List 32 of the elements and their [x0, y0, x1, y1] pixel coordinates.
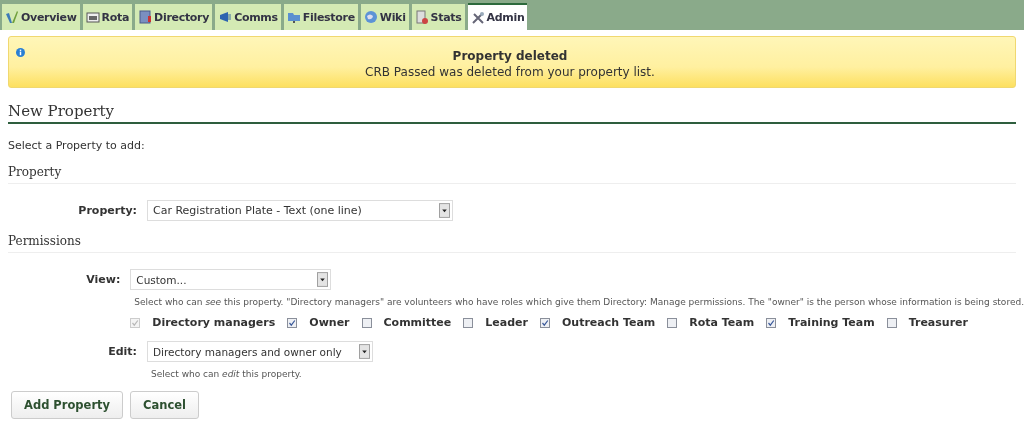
tab[interactable]: Admin [467, 3, 528, 30]
tab[interactable]: Rota [82, 4, 133, 30]
tab[interactable]: Comms [215, 4, 281, 30]
tab[interactable]: Filestore [283, 4, 358, 30]
section-heading: Property [8, 165, 1016, 184]
field-label: Edit: [107, 344, 138, 358]
checkbox-label: Training Team [788, 316, 875, 329]
field-label: View: [85, 272, 122, 286]
section-heading: Permissions [8, 234, 1016, 253]
intro-text: Select a Property to add: [8, 139, 146, 152]
checkbox-label: Committee [383, 316, 452, 329]
notice-message: CRB Passed was deleted from your property list. [364, 64, 656, 80]
edit-dropdown[interactable]: Directory managers and owner only [147, 341, 373, 362]
property-dropdown[interactable]: Car Registration Plate - Text (one line) [147, 200, 453, 221]
field-label: Property: [77, 203, 138, 217]
tab[interactable]: Wiki [360, 4, 409, 30]
checkbox-label: Outreach Team [561, 316, 656, 329]
view-dropdown[interactable]: Custom... [130, 269, 332, 290]
help-text: Select who can edit this property. [151, 369, 303, 379]
checkbox-label: Leader [485, 316, 528, 329]
tab[interactable]: Overview [2, 4, 80, 30]
checkbox-label: Directory managers [152, 316, 276, 329]
checkbox-label: Treasurer [908, 316, 968, 329]
checkbox-label: Rota Team [689, 316, 755, 329]
tab[interactable]: Stats [411, 4, 465, 30]
page-heading: New Property [8, 102, 1016, 124]
notice-title: Property deleted [451, 48, 569, 64]
checkbox-label: Owner [309, 316, 350, 329]
tab[interactable]: Directory [135, 4, 213, 30]
cancel-button[interactable]: Cancel [130, 391, 200, 419]
help-text: Select who can see this property. "Directory managers" are volunteers who have roles which give them Directory: Manage permissions. The "owner" is the person whose information is being stored. [134, 297, 1024, 307]
add-property-button[interactable]: Add Property [11, 391, 124, 419]
